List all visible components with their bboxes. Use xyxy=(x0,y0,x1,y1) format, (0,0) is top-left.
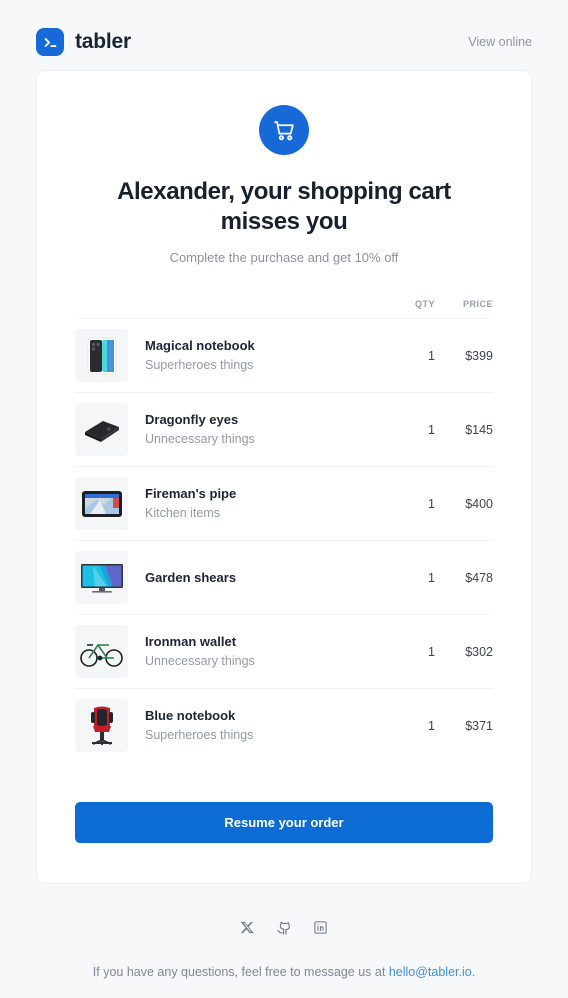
table-row[interactable]: Dragonfly eyes Unnecessary things 1 $145 xyxy=(75,392,493,467)
power-bank-image xyxy=(75,403,128,457)
cart-items-table: QTY PRICE Magical notebook Superheroes t… xyxy=(75,299,493,763)
contact-prefix: If you have any questions, feel free to … xyxy=(92,965,389,980)
product-cell: Dragonfly eyes Unnecessary things xyxy=(75,392,391,467)
product-price: $399 xyxy=(435,318,493,393)
product-qty: 1 xyxy=(391,614,435,689)
social-links xyxy=(36,920,532,936)
product-qty: 1 xyxy=(391,318,435,393)
brand-logo[interactable]: tabler xyxy=(36,28,131,56)
contact-email-link[interactable]: hello@tabler.io xyxy=(389,965,472,979)
table-header: QTY PRICE xyxy=(75,299,493,319)
gaming-chair-image xyxy=(75,699,128,753)
product-cell: Garden shears xyxy=(75,540,391,615)
product-subtitle: Unnecessary things xyxy=(145,654,255,669)
table-row[interactable]: Blue notebook Superheroes things 1 $371 xyxy=(75,688,493,763)
product-title: Garden shears xyxy=(145,569,237,585)
product-subtitle: Kitchen items xyxy=(145,506,221,521)
table-row[interactable]: Ironman wallet Unnecessary things 1 $302 xyxy=(75,614,493,689)
page-title: Alexander, your shopping cart misses you xyxy=(117,178,451,236)
product-qty: 1 xyxy=(391,540,435,615)
product-title: Dragonfly eyes xyxy=(145,412,239,428)
gps-navigator-image xyxy=(75,477,128,531)
product-price: $302 xyxy=(435,614,493,689)
product-qty: 1 xyxy=(391,392,435,467)
table-row[interactable]: Garden shears 1 $478 xyxy=(75,540,493,615)
table-row[interactable]: Fireman's pipe Kitchen items 1 $400 xyxy=(75,466,493,541)
product-cell: Fireman's pipe Kitchen items xyxy=(75,466,391,541)
column-price: PRICE xyxy=(462,299,493,310)
view-online-link[interactable]: View online xyxy=(468,35,532,49)
table-body: Magical notebook Superheroes things 1 $3… xyxy=(75,318,493,763)
product-price: $145 xyxy=(435,392,493,467)
email-card: Alexander, your shopping cart misses you… xyxy=(36,70,532,885)
column-product xyxy=(75,299,391,319)
product-title: Ironman wallet xyxy=(145,634,237,650)
column-qty: QTY xyxy=(414,299,435,310)
resume-order-button[interactable]: Resume your order xyxy=(75,802,493,844)
product-title: Blue notebook xyxy=(145,708,236,724)
product-subtitle: Superheroes things xyxy=(145,728,254,743)
product-cell: Blue notebook Superheroes things xyxy=(75,688,391,763)
shopping-cart-icon xyxy=(259,105,309,155)
product-title: Magical notebook xyxy=(145,338,255,354)
brand-name: tabler xyxy=(75,30,131,53)
email-page: tabler View online Alexander, your shopp… xyxy=(0,0,568,998)
bicycle-image xyxy=(75,625,128,679)
email-footer: If you have any questions, feel free to … xyxy=(0,884,568,998)
product-cell: Ironman wallet Unnecessary things xyxy=(75,614,391,689)
product-price: $371 xyxy=(435,688,493,763)
television-image xyxy=(75,551,128,605)
product-qty: 1 xyxy=(391,466,435,541)
contact-suffix: . xyxy=(471,965,476,980)
product-subtitle: Superheroes things xyxy=(145,358,254,373)
product-cell: Magical notebook Superheroes things xyxy=(75,318,391,393)
terminal-prompt-icon xyxy=(36,28,64,56)
linkedin-icon[interactable] xyxy=(313,920,328,936)
product-qty: 1 xyxy=(391,688,435,763)
product-title: Fireman's pipe xyxy=(145,486,237,502)
product-subtitle: Unnecessary things xyxy=(145,432,255,447)
smartphone-image xyxy=(75,329,128,383)
page-subtitle: Complete the purchase and get 10% off xyxy=(169,250,399,266)
product-price: $400 xyxy=(435,466,493,541)
email-header: tabler View online xyxy=(0,0,568,60)
x-twitter-icon[interactable] xyxy=(240,920,255,936)
github-icon[interactable] xyxy=(276,920,292,936)
table-row[interactable]: Magical notebook Superheroes things 1 $3… xyxy=(75,318,493,393)
contact-line: If you have any questions, feel free to … xyxy=(36,962,532,982)
product-price: $478 xyxy=(435,540,493,615)
